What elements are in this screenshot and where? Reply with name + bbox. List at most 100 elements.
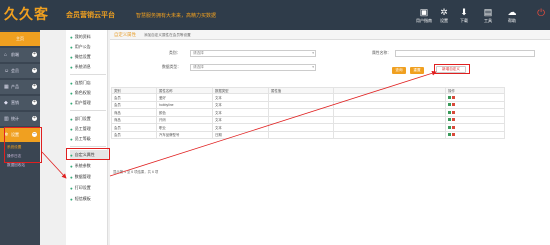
main-panel: 自定义属性 添加自定义属性在会员等设置 类别： 请选择 ▾ 数据类型： 请选择 … [110, 30, 550, 245]
tools-icon: ▤ [483, 6, 493, 17]
query-button[interactable]: 查询 [392, 67, 406, 74]
nav-system-messages[interactable]: ● 系统消息 [70, 62, 108, 72]
book-icon: ▣ [419, 6, 429, 17]
help-icon: ☁ [507, 6, 517, 17]
chevron-down-icon: ▾ [312, 51, 314, 55]
expand-icon: + [32, 67, 37, 73]
nav-role-permissions[interactable]: ● 角色权限 [70, 88, 108, 98]
attribute-name-input[interactable] [395, 50, 535, 57]
table-row: 会员 爱好 文本 [111, 93, 505, 102]
sliders-icon: ● [70, 163, 73, 169]
row-actions [445, 115, 505, 124]
sidebar-item-members[interactable]: ☺ 会员 + [0, 64, 40, 78]
nav-department-settings[interactable]: ● 部门设置 [70, 114, 108, 124]
level-icon: ● [70, 136, 73, 142]
megaphone-icon: ◆ [4, 100, 8, 106]
edit-icon[interactable] [448, 133, 451, 137]
type-label: 类别： [169, 51, 181, 55]
sms-icon: ● [70, 196, 73, 202]
download-button[interactable]: ⬇ 下载 [452, 3, 476, 27]
page-description: 添加自定义属性在会员等设置 [144, 33, 191, 37]
nav-data-management[interactable]: ● 数据管理 [70, 172, 108, 182]
edit-icon[interactable] [448, 95, 451, 99]
nav-my-profile[interactable]: ● 我的资料 [70, 32, 108, 42]
store-icon: ● [70, 80, 73, 86]
table-row: 会员 汽车品牌型号 日期 [111, 130, 505, 139]
divider [70, 74, 106, 75]
tools-button[interactable]: ▤ 工具 [476, 3, 500, 27]
row-actions [445, 123, 505, 132]
guide-button[interactable]: ▣ 用户指南 [412, 3, 436, 27]
sidebar-item-marketing[interactable]: ◆ 营销 + [0, 96, 40, 110]
nav-system-params[interactable]: ● 系统参数 [70, 161, 108, 171]
reset-button[interactable]: 重置 [410, 67, 424, 74]
nav-user-management[interactable]: ● 用户管理 [70, 98, 108, 108]
data-type-label: 数据类型： [162, 65, 181, 69]
delete-icon[interactable] [452, 118, 455, 122]
delete-icon[interactable] [452, 103, 455, 107]
table-row: 会员 职业 文本 [111, 123, 505, 132]
power-icon[interactable]: ⏻ [537, 8, 545, 19]
edit-icon[interactable] [448, 118, 451, 122]
settings-nav: ● 我的资料 ● 用户公告 ● 微信设置 ● 系统消息 ● 连锁门店 ● 角色权限 ● 用户管… [66, 30, 108, 245]
sidebar-item-home[interactable]: 主页 [0, 32, 40, 46]
delete-icon[interactable] [452, 133, 455, 137]
edit-icon[interactable] [448, 103, 451, 107]
database-icon: ● [70, 174, 73, 180]
divider [70, 146, 106, 147]
chevron-down-icon: ▾ [312, 65, 314, 69]
mail-icon: ● [70, 64, 73, 70]
expand-icon: + [32, 83, 37, 89]
tagline: 智慧服务拥有大未来，高精力买数据 [136, 13, 217, 19]
nav-sms-templates[interactable]: ● 短信模板 [70, 194, 108, 204]
type-select[interactable]: 请选择 ▾ [190, 50, 316, 57]
sidebar-item-products[interactable]: ▦ 产品 + [0, 80, 40, 94]
box-icon: ▦ [4, 84, 9, 90]
divider [70, 110, 106, 111]
annotation-box [66, 148, 110, 160]
nav-staff-levels[interactable]: ● 员工等级 [70, 134, 108, 144]
delete-icon[interactable] [452, 110, 455, 114]
row-actions [445, 93, 505, 102]
chat-icon: ● [70, 54, 73, 60]
data-type-select[interactable]: 请选择 ▾ [190, 64, 316, 71]
user-icon: ● [70, 34, 73, 40]
table-row: 商品 尺码 文本 [111, 115, 505, 124]
user-icon: ☺ [4, 68, 10, 74]
nav-chain-stores[interactable]: ● 连锁门店 [70, 78, 108, 88]
annotation-box [4, 127, 42, 163]
bell-icon: ● [70, 44, 73, 50]
delete-icon[interactable] [452, 95, 455, 99]
help-button[interactable]: ☁ 帮助 [500, 3, 524, 27]
sidebar-item-frontend[interactable]: ⌂ 前端 + [0, 48, 40, 62]
org-icon: ● [70, 116, 73, 122]
row-actions [445, 108, 505, 117]
row-actions [445, 100, 505, 109]
key-icon: ● [70, 90, 73, 96]
delete-icon[interactable] [452, 125, 455, 129]
top-bar: 久久客 会员营销云平台 智慧服务拥有大未来，高精力买数据 ▣ 用户指南 ✲ 设置… [0, 0, 550, 30]
table-row: 会员 hobbyline 文本 [111, 100, 505, 109]
gear-icon: ✲ [440, 6, 448, 17]
edit-icon[interactable] [448, 125, 451, 129]
attribute-name-label: 属性名称： [372, 51, 391, 55]
page-title[interactable]: 自定义属性 [114, 32, 136, 38]
nav-wechat-settings[interactable]: ● 微信设置 [70, 52, 108, 62]
expand-icon: + [32, 115, 37, 121]
brand-title: 会员营销云平台 [66, 12, 115, 19]
expand-icon: + [32, 51, 37, 57]
nav-announcements[interactable]: ● 用户公告 [70, 42, 108, 52]
attributes-table: 类别 属性名称 数据类型 属性值 操作 会员 爱好 文本 会员 hobbyline 文本… [111, 87, 505, 139]
staff-icon: ● [70, 126, 73, 132]
settings-button[interactable]: ✲ 设置 [436, 3, 452, 27]
sidebar-item-stats[interactable]: ▥ 统计 + [0, 112, 40, 126]
nav-print-settings[interactable]: ● 打印设置 [70, 183, 108, 193]
nav-staff-management[interactable]: ● 员工管理 [70, 124, 108, 134]
table-row: 商品 颜色 文本 [111, 108, 505, 117]
expand-icon: + [32, 99, 37, 105]
row-actions [445, 130, 505, 139]
edit-icon[interactable] [448, 110, 451, 114]
annotation-arrow [41, 151, 67, 179]
chart-icon: ▥ [4, 116, 9, 122]
printer-icon: ● [70, 185, 73, 191]
